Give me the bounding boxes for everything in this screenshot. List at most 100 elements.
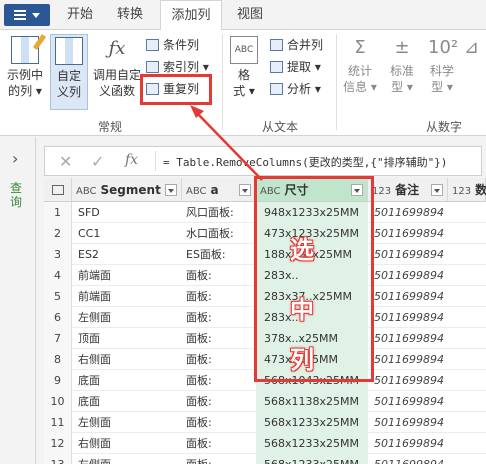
- table-cell-size[interactable]: 568x1233x25MM: [256, 454, 368, 464]
- table-row[interactable]: 5 前端面 面板: 283x37..x25MM 5011699894: [44, 286, 486, 307]
- table-cell-note[interactable]: 5011699894: [374, 328, 448, 349]
- table-cell-segment[interactable]: ES2: [78, 244, 178, 265]
- table-cell-idx[interactable]: 7: [44, 328, 72, 349]
- table-cell-idx[interactable]: 8: [44, 349, 72, 370]
- tab-transform[interactable]: 转换: [108, 0, 152, 30]
- table-cell-note[interactable]: 5011699894: [374, 454, 448, 464]
- table-row[interactable]: 7 顶面 面板: 378x..x25MM 5011699894: [44, 328, 486, 349]
- table-cell-idx[interactable]: 5: [44, 286, 72, 307]
- chevron-right-icon[interactable]: ›: [12, 149, 18, 168]
- table-cell-a[interactable]: 面板:: [186, 286, 254, 307]
- table-cell-a[interactable]: ES面板:: [186, 244, 254, 265]
- table-cell-note[interactable]: 5011699894: [374, 202, 448, 223]
- table-cell-segment[interactable]: 右侧面: [78, 433, 178, 454]
- table-cell-segment[interactable]: 底面: [78, 391, 178, 412]
- filter-dropdown-icon[interactable]: [239, 184, 251, 196]
- table-cell-note[interactable]: 5011699894: [374, 265, 448, 286]
- column-header-a[interactable]: ABC a: [182, 178, 256, 202]
- table-cell-idx[interactable]: 2: [44, 223, 72, 244]
- table-cell-segment[interactable]: 底面: [78, 370, 178, 391]
- table-cell-segment[interactable]: 右侧面: [78, 349, 178, 370]
- column-from-examples-button[interactable]: 示例中 的列 ▾: [2, 36, 48, 99]
- table-row[interactable]: 10 底面 面板: 568x1138x25MM 5011699894: [44, 391, 486, 412]
- table-cell-a[interactable]: 面板:: [186, 391, 254, 412]
- conditional-column-button[interactable]: 条件列: [146, 36, 199, 54]
- table-cell-note[interactable]: 5011699894: [374, 370, 448, 391]
- table-cell-a[interactable]: 面板:: [186, 349, 254, 370]
- table-cell-note[interactable]: 5011699894: [374, 412, 448, 433]
- table-cell-note[interactable]: 5011699894: [374, 433, 448, 454]
- table-row[interactable]: 1 SFD 风口面板: 948x1233x25MM 5011699894: [44, 202, 486, 223]
- table-cell-a[interactable]: 面板:: [186, 370, 254, 391]
- cancel-icon[interactable]: ✕: [59, 152, 72, 171]
- table-cell-a[interactable]: 面板:: [186, 328, 254, 349]
- table-cell-segment[interactable]: 左侧面: [78, 412, 178, 433]
- merge-columns-button[interactable]: 合并列: [270, 36, 323, 54]
- table-cell-a[interactable]: 面板:: [186, 265, 254, 286]
- table-row[interactable]: 6 左侧面 面板: 283x.. 5011699894: [44, 307, 486, 328]
- filter-dropdown-icon[interactable]: [431, 184, 443, 196]
- extract-button[interactable]: 提取 ▾: [270, 58, 321, 76]
- table-cell-a[interactable]: 风口面板:: [186, 202, 254, 223]
- fx-icon[interactable]: fx: [125, 152, 138, 168]
- table-cell-segment[interactable]: 前端面: [78, 265, 178, 286]
- table-cell-segment[interactable]: 左侧面: [78, 307, 178, 328]
- parse-button[interactable]: 分析 ▾: [270, 80, 321, 98]
- table-cell-note[interactable]: 5011699894: [374, 307, 448, 328]
- tab-home[interactable]: 开始: [58, 0, 102, 30]
- table-cell-a[interactable]: 面板:: [186, 307, 254, 328]
- table-cell-size[interactable]: 283x..: [256, 265, 368, 286]
- table-row[interactable]: 13 左侧面面板:568x1233x25MM 5011699894: [44, 454, 486, 464]
- column-header-segment[interactable]: ABC Segment: [72, 178, 182, 202]
- tab-add-column[interactable]: 添加列: [160, 0, 222, 31]
- column-header-note[interactable]: 123 备注: [368, 178, 448, 202]
- table-cell-segment[interactable]: 左侧面: [78, 454, 178, 464]
- table-cell-size[interactable]: 568x1233x25MM: [256, 433, 368, 454]
- custom-column-button[interactable]: 自定 义列: [50, 34, 88, 110]
- table-cell-size[interactable]: 568x1233x25MM: [256, 412, 368, 433]
- table-row[interactable]: 4 前端面 面板: 283x.. 5011699894: [44, 265, 486, 286]
- column-header-count[interactable]: 123 数: [448, 178, 486, 202]
- table-row[interactable]: 3 ES2 ES面板: 188x568x25MM 5011699894: [44, 244, 486, 265]
- filter-dropdown-icon[interactable]: [165, 184, 177, 196]
- table-row[interactable]: 9 底面 面板: 568x1043x25MM 5011699894: [44, 370, 486, 391]
- column-header-size[interactable]: ABC 尺寸: [256, 178, 368, 202]
- table-cell-segment[interactable]: SFD: [78, 202, 178, 223]
- table-cell-idx[interactable]: 11: [44, 412, 72, 433]
- file-menu-button[interactable]: [4, 4, 50, 26]
- queries-pane-collapsed[interactable]: › 查询: [0, 137, 36, 464]
- table-cell-a[interactable]: 面板:: [186, 433, 254, 454]
- table-cell-idx[interactable]: 6: [44, 307, 72, 328]
- scientific-button[interactable]: 10² 科学 型 ▾: [424, 36, 460, 95]
- table-cell-segment[interactable]: 前端面: [78, 286, 178, 307]
- tab-view[interactable]: 视图: [230, 0, 270, 30]
- table-row[interactable]: 8 右侧面 面板: 473x..x25MM 5011699894: [44, 349, 486, 370]
- filter-dropdown-icon[interactable]: [351, 184, 363, 196]
- table-cell-idx[interactable]: 3: [44, 244, 72, 265]
- confirm-icon[interactable]: ✓: [91, 152, 104, 171]
- table-cell-a[interactable]: 面板:: [186, 454, 254, 464]
- table-cell-size[interactable]: 948x1233x25MM: [256, 202, 368, 223]
- table-cell-idx[interactable]: 10: [44, 391, 72, 412]
- table-cell-a[interactable]: 面板:: [186, 412, 254, 433]
- format-button[interactable]: ABC 格 式 ▾: [228, 36, 260, 99]
- standard-button[interactable]: ± 标准 型 ▾: [384, 36, 420, 95]
- table-row[interactable]: 2 CC1 水口面板: 473x1233x25MM 5011699894: [44, 223, 486, 244]
- table-cell-note[interactable]: 5011699894: [374, 223, 448, 244]
- invoke-custom-function-button[interactable]: ƒx 调用自定 义函数: [90, 36, 144, 99]
- table-cell-idx[interactable]: 1: [44, 202, 72, 223]
- table-menu-button[interactable]: [44, 178, 72, 202]
- table-cell-idx[interactable]: 13: [44, 454, 72, 464]
- table-cell-note[interactable]: 5011699894: [374, 349, 448, 370]
- statistics-button[interactable]: Σ 统计 信息 ▾: [340, 36, 380, 95]
- table-cell-segment[interactable]: CC1: [78, 223, 178, 244]
- table-cell-size[interactable]: 568x1138x25MM: [256, 391, 368, 412]
- table-cell-idx[interactable]: 9: [44, 370, 72, 391]
- table-cell-note[interactable]: 5011699894: [374, 286, 448, 307]
- formula-input[interactable]: = Table.RemoveColumns(更改的类型,{"排序辅助"}): [163, 154, 447, 170]
- table-cell-segment[interactable]: 顶面: [78, 328, 178, 349]
- table-row[interactable]: 11 左侧面 面板: 568x1233x25MM 5011699894: [44, 412, 486, 433]
- table-cell-idx[interactable]: 4: [44, 265, 72, 286]
- table-cell-idx[interactable]: 12: [44, 433, 72, 454]
- table-cell-note[interactable]: 5011699894: [374, 244, 448, 265]
